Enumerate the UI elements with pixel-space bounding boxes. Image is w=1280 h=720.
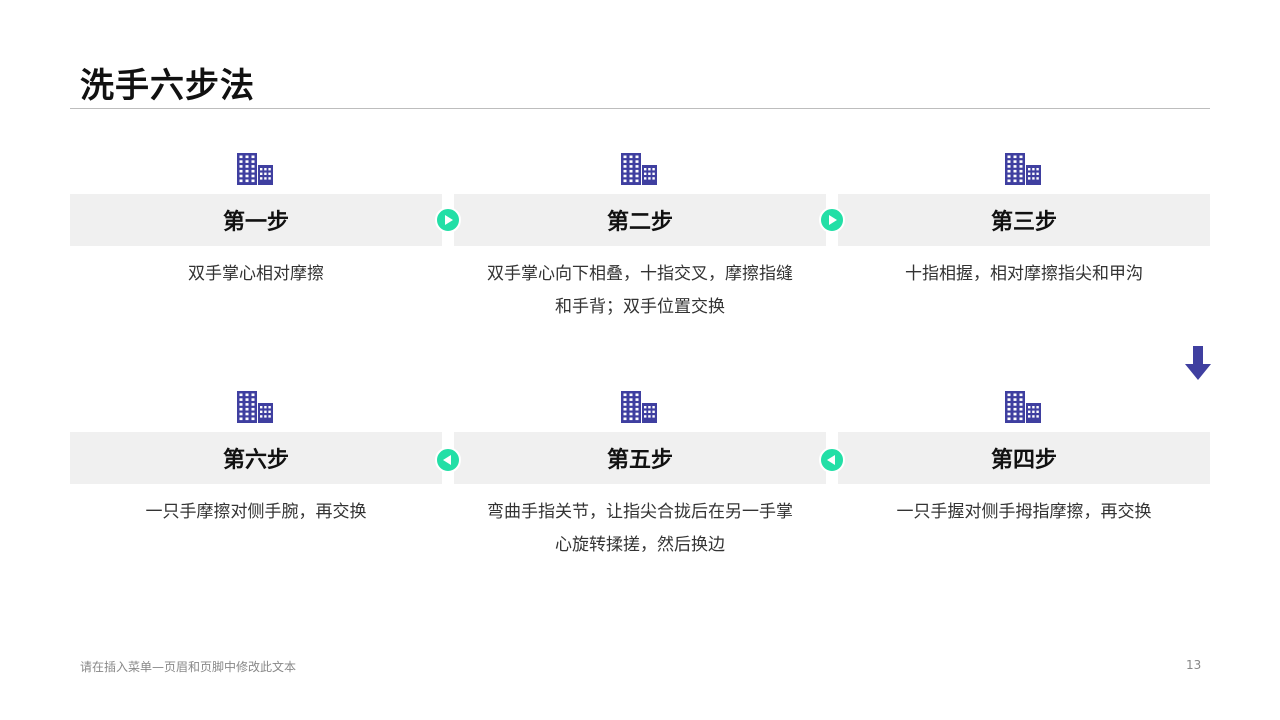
- page-title: 洗手六步法: [80, 66, 255, 106]
- step-description: 十指相握，相对摩擦指尖和甲沟: [838, 258, 1210, 291]
- description-line: 双手掌心向下相叠，十指交叉，摩擦指缝: [487, 264, 793, 284]
- building-icon: [1005, 391, 1041, 423]
- description-line: 一只手摩擦对侧手腕，再交换: [145, 502, 367, 522]
- step-description: 双手掌心向下相叠，十指交叉，摩擦指缝 和手背；双手位置交换: [454, 258, 826, 324]
- footer-text: 请在插入菜单—页眉和页脚中修改此文本: [80, 660, 297, 674]
- step-title-bar: 第三步: [838, 194, 1210, 246]
- step-title-bar: 第六步: [70, 432, 442, 484]
- step-description: 一只手摩擦对侧手腕，再交换: [70, 496, 442, 529]
- step-title: 第二步: [606, 210, 673, 235]
- step-title-bar: 第一步: [70, 194, 442, 246]
- step-title-bar: 第四步: [838, 432, 1210, 484]
- description-line: 心旋转揉搓，然后换边: [555, 535, 725, 555]
- building-icon: [1005, 153, 1041, 185]
- arrow-down-icon: [1185, 346, 1211, 380]
- step-description: 双手掌心相对摩擦: [70, 258, 442, 291]
- title-divider: [70, 108, 1210, 109]
- description-line: 和手背；双手位置交换: [555, 297, 725, 317]
- description-line: 双手掌心相对摩擦: [188, 264, 324, 284]
- building-icon: [621, 153, 657, 185]
- step-description: 弯曲手指关节，让指尖合拢后在另一手掌 心旋转揉搓，然后换边: [454, 496, 826, 562]
- play-right-icon: [435, 207, 461, 233]
- play-left-icon: [435, 447, 461, 473]
- description-line: 弯曲手指关节，让指尖合拢后在另一手掌: [487, 502, 793, 522]
- play-right-icon: [819, 207, 845, 233]
- step-title: 第三步: [990, 210, 1057, 235]
- building-icon: [621, 391, 657, 423]
- step-description: 一只手握对侧手拇指摩擦，再交换: [838, 496, 1210, 529]
- building-icon: [237, 391, 273, 423]
- description-line: 一只手握对侧手拇指摩擦，再交换: [896, 502, 1152, 522]
- step-title: 第五步: [606, 448, 673, 473]
- step-title-bar: 第五步: [454, 432, 826, 484]
- step-title: 第六步: [222, 448, 289, 473]
- step-title-bar: 第二步: [454, 194, 826, 246]
- step-title: 第一步: [222, 210, 289, 235]
- page-number: 13: [1186, 658, 1202, 672]
- step-title: 第四步: [990, 448, 1057, 473]
- description-line: 十指相握，相对摩擦指尖和甲沟: [905, 264, 1143, 284]
- building-icon: [237, 153, 273, 185]
- play-left-icon: [819, 447, 845, 473]
